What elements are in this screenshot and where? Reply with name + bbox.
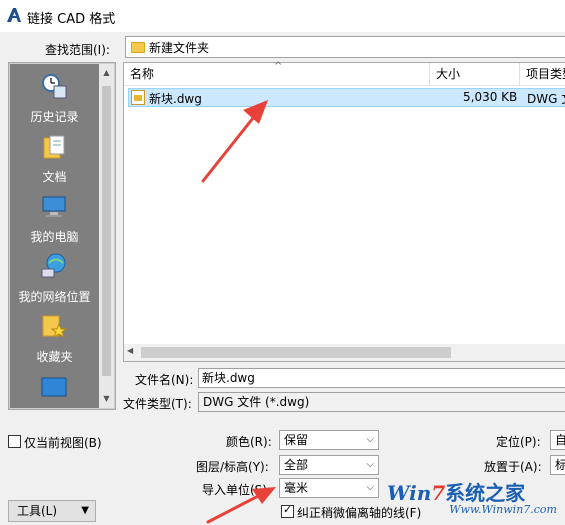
h-scroll-thumb[interactable]	[141, 347, 451, 358]
correct-offaxis-checkbox[interactable]	[281, 503, 294, 518]
file-size-cell: 5,030 KB	[463, 90, 518, 104]
watermark-win: Win	[387, 481, 432, 505]
file-row[interactable]: 新块.dwg 5,030 KB DWG 文	[128, 88, 565, 107]
places-bar: 历史记录 文档 我的电脑 我的网络位置 收藏夹 ▲ ▼	[8, 62, 116, 410]
network-icon	[41, 253, 66, 278]
sort-ascending-icon: ^	[274, 61, 283, 72]
place-history[interactable]: 历史记录	[10, 68, 99, 128]
folder-icon	[131, 42, 145, 53]
color-label: 颜色(R):	[226, 435, 272, 449]
import-units-value: 毫米	[284, 481, 309, 495]
place-label: 历史记录	[30, 110, 79, 124]
scroll-up-icon[interactable]: ▲	[102, 66, 111, 80]
scroll-thumb[interactable]	[102, 86, 111, 376]
place-network[interactable]: 我的网络位置	[10, 248, 99, 308]
file-name-input[interactable]: 新块.dwg	[198, 368, 565, 388]
favorites-icon	[42, 315, 68, 339]
file-type-cell: DWG 文	[527, 92, 565, 106]
positioning-select[interactable]: 自	[550, 430, 565, 450]
window-title: 链接 CAD 格式	[27, 12, 116, 27]
title-bar: 链接 CAD 格式	[0, 0, 565, 32]
place-label: 收藏夹	[36, 350, 73, 364]
place-documents[interactable]: 文档	[10, 128, 99, 188]
scroll-down-icon[interactable]: ▼	[102, 392, 111, 406]
horizontal-scrollbar[interactable]: ◀	[124, 344, 565, 361]
place-at-label: 放置于(A):	[484, 460, 542, 474]
my-computer-icon	[42, 196, 66, 217]
watermark-seven: 7	[431, 481, 446, 505]
file-list-header: 名称 ^ 大小 项目类型	[124, 61, 565, 86]
file-type-value: DWG 文件 (*.dwg)	[203, 395, 310, 409]
place-label: 我的电脑	[30, 230, 79, 244]
dropdown-arrow-icon: ▼	[81, 505, 89, 516]
file-name-label: 文件名(N):	[135, 373, 194, 387]
look-in-label: 查找范围(I):	[45, 43, 110, 57]
column-type[interactable]: 项目类型	[520, 63, 565, 85]
watermark-logo-text: Win7系统之家	[387, 477, 525, 506]
column-size[interactable]: 大小	[430, 63, 520, 85]
import-units-label: 导入单位(S):	[202, 483, 272, 497]
layers-label: 图层/标高(Y):	[196, 460, 269, 474]
place-desktop[interactable]	[10, 368, 99, 428]
place-favorites[interactable]: 收藏夹	[10, 308, 99, 368]
chevron-down-icon: ⌵	[366, 482, 374, 493]
layers-value: 全部	[284, 458, 309, 472]
place-my-computer[interactable]: 我的电脑	[10, 188, 99, 248]
place-at-select[interactable]: 标	[550, 455, 565, 475]
layers-select[interactable]: 全部 ⌵	[279, 455, 379, 475]
file-type-label: 文件类型(T):	[123, 397, 192, 411]
watermark-logo: Win7系统之家 Www.Winwin7.com	[387, 475, 557, 519]
watermark-cn: 系统之家	[445, 481, 526, 505]
file-name-cell: 新块.dwg	[149, 92, 202, 106]
import-units-select[interactable]: 毫米 ⌵	[279, 478, 379, 498]
tools-button[interactable]: 工具(L) ▼	[8, 500, 96, 522]
positioning-value: 自	[555, 433, 565, 447]
chevron-down-icon: ⌵	[366, 434, 374, 445]
autocad-icon	[7, 8, 21, 22]
current-view-only-label: 仅当前视图(B)	[24, 436, 102, 450]
look-in-value: 新建文件夹	[149, 41, 210, 55]
look-in-combo[interactable]: 新建文件夹	[125, 36, 565, 58]
positioning-label: 定位(P):	[496, 435, 541, 449]
place-label: 我的网络位置	[18, 290, 91, 304]
color-select[interactable]: 保留 ⌵	[279, 430, 379, 450]
place-label: 文档	[42, 170, 67, 184]
current-view-only-checkbox[interactable]	[8, 435, 21, 448]
chevron-down-icon: ⌵	[366, 459, 374, 470]
documents-icon	[43, 135, 65, 159]
file-type-select[interactable]: DWG 文件 (*.dwg)	[198, 392, 565, 412]
desktop-icon	[41, 377, 67, 397]
color-value: 保留	[284, 433, 309, 447]
watermark-url: Www.Winwin7.com	[449, 503, 557, 516]
scroll-left-icon[interactable]: ◀	[127, 346, 133, 355]
file-list: 名称 ^ 大小 项目类型 新块.dwg 5,030 KB DWG 文 ◀	[123, 61, 565, 362]
history-icon	[42, 74, 67, 99]
tools-button-label: 工具(L)	[17, 504, 58, 518]
place-at-value: 标	[555, 458, 565, 472]
dwg-file-icon	[131, 90, 145, 105]
places-scrollbar[interactable]: ▲ ▼	[99, 64, 114, 408]
